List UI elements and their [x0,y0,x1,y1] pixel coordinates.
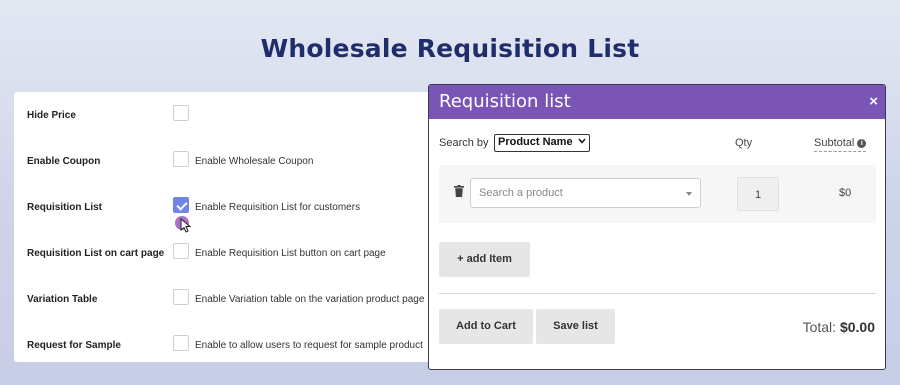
modal-header: Requisition list × [429,85,885,119]
subtotal-column-header: Subtotal i [814,137,867,152]
enable-coupon-checkbox[interactable] [173,151,189,167]
total-label: Total: [802,319,837,335]
hide-price-checkbox[interactable] [173,105,189,121]
requisition-modal: Requisition list × Search by Product Nam… [428,84,886,370]
setting-row-requisition-list: Requisition List Enable Requisition List… [14,197,444,221]
settings-panel: Hide Price Enable Coupon Enable Wholesal… [14,92,444,362]
total-summary: Total: $0.00 [803,319,875,335]
search-by-label: Search by [439,137,489,149]
cursor-icon [180,218,192,233]
info-icon[interactable]: i [857,139,867,148]
requisition-cart-checkbox[interactable] [173,243,189,259]
setting-label: Hide Price [27,110,76,121]
quantity-field[interactable]: 1 [737,177,779,211]
subtotal-header-label: Subtotal [814,137,855,149]
setting-row-enable-coupon: Enable Coupon Enable Wholesale Coupon [14,151,444,175]
setting-label: Variation Table [27,294,98,305]
setting-description: Enable Wholesale Coupon [195,156,314,167]
setting-row-hide-price: Hide Price [14,105,444,129]
dropdown-caret-icon [686,192,692,196]
setting-row-requisition-cart: Requisition List on cart page Enable Req… [14,243,444,267]
search-by-select[interactable]: Product Name [494,134,590,152]
setting-description: Enable Requisition List button on cart p… [195,248,386,259]
request-sample-checkbox[interactable] [173,335,189,351]
product-search-placeholder: Search a product [479,187,563,199]
chevron-down-icon [578,138,586,144]
product-search-select[interactable]: Search a product [470,178,701,208]
setting-description: Enable to allow users to request for sam… [195,340,423,351]
setting-description: Enable Requisition List for customers [195,202,361,213]
search-by-value: Product Name [498,136,573,148]
total-amount: $0.00 [839,319,875,335]
setting-label: Requisition List on cart page [27,248,165,259]
modal-title: Requisition list [439,91,571,112]
save-list-button[interactable]: Save list [536,309,615,344]
item-subtotal: $0 [839,187,852,199]
setting-row-request-sample: Request for Sample Enable to allow users… [14,335,444,359]
setting-row-variation-table: Variation Table Enable Variation table o… [14,289,444,313]
close-icon[interactable]: × [869,93,878,110]
add-item-button[interactable]: + add Item [439,242,530,277]
add-to-cart-button[interactable]: Add to Cart [439,309,533,344]
list-item: Search a product 1 $0 [439,165,876,223]
page-title: Wholesale Requisition List [260,34,640,63]
setting-label: Request for Sample [27,340,121,351]
variation-table-checkbox[interactable] [173,289,189,305]
setting-description: Enable Variation table on the variation … [195,294,425,305]
requisition-list-checkbox[interactable] [173,197,189,213]
trash-icon[interactable] [454,185,464,197]
qty-column-header: Qty [735,137,753,149]
setting-label: Requisition List [27,202,102,213]
divider [439,293,876,294]
setting-label: Enable Coupon [27,156,101,167]
